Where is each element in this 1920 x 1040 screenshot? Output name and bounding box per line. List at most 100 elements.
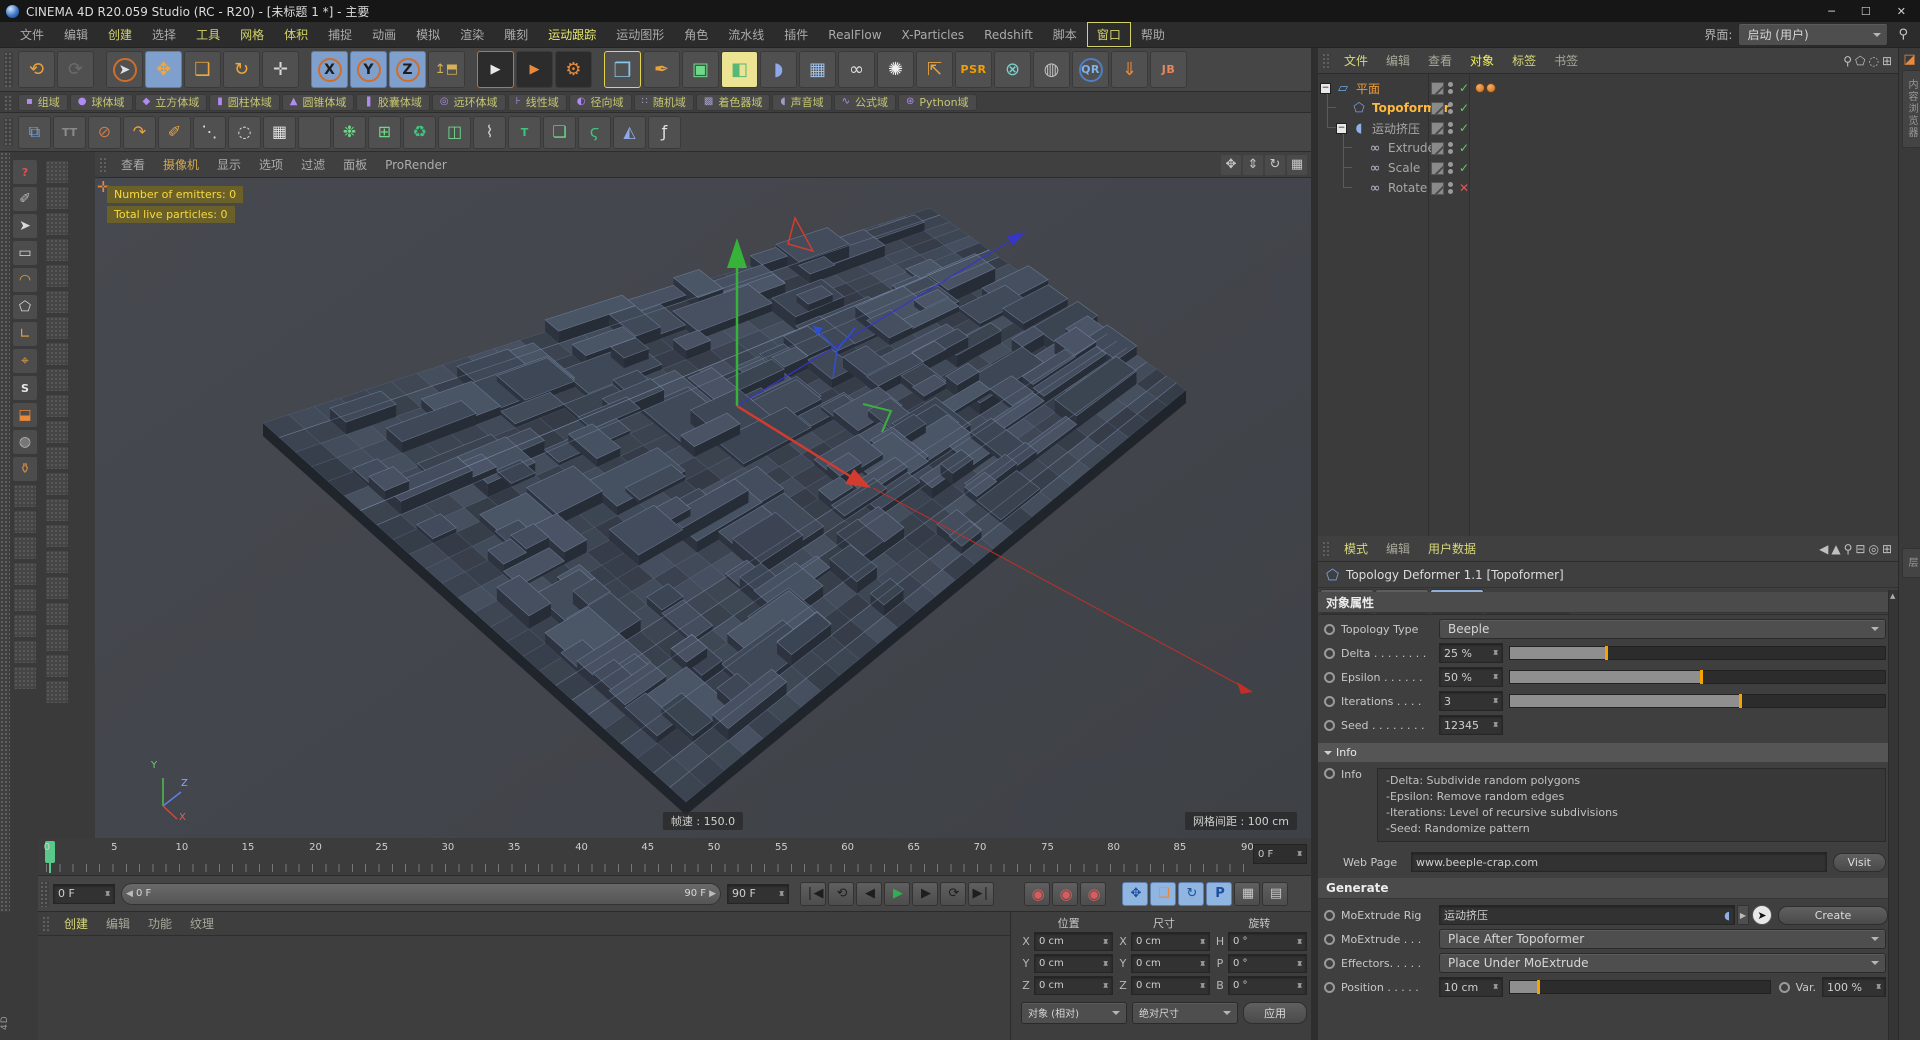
record-parameter-toggle[interactable]: P	[1206, 881, 1232, 906]
spline-pen-icon[interactable]: ✒	[643, 51, 680, 88]
field-button[interactable]: ● 球体域	[69, 93, 133, 111]
visibility-dots[interactable]	[1448, 122, 1453, 134]
start-frame-field[interactable]: 0 F ▲ ▼	[53, 883, 115, 904]
keyframe-circle[interactable]	[1778, 981, 1790, 993]
floor-icon[interactable]: ▦	[799, 51, 836, 88]
menu-item[interactable]: X-Particles	[892, 24, 975, 46]
enable-toggle[interactable]: ✕	[1457, 181, 1471, 195]
visibility-dots[interactable]	[1448, 82, 1453, 94]
timeline-ruler[interactable]: 0 5 10 15 20 25 30 35 40 45 50 55 60 65 70 75 80 85 90 0 F…	[38, 838, 1311, 876]
field-button[interactable]: ▮ 圆柱体域	[209, 93, 280, 111]
texture-mode-icon[interactable]: ▭	[12, 240, 38, 266]
toolbar-grip[interactable]	[40, 880, 49, 907]
last-tool-icon[interactable]: ✛	[262, 51, 299, 88]
link-menu-button[interactable]: ▶	[1737, 905, 1749, 925]
next-frame-button[interactable]: ▶	[912, 881, 938, 906]
field-button[interactable]: ⊦ 线性域	[507, 93, 567, 111]
menu-item[interactable]: 脚本	[1043, 22, 1087, 47]
keyframe-circle[interactable]	[1324, 981, 1335, 993]
visibility-dots[interactable]	[1448, 102, 1453, 114]
cloner-icon[interactable]: ⧉	[18, 115, 51, 149]
viewport-menu-item[interactable]: 显示	[208, 153, 250, 176]
sweep-icon[interactable]: ϛ	[578, 115, 611, 149]
lock-x-icon[interactable]: X	[311, 51, 348, 88]
param-value-field[interactable]: 3 ▲ ▼	[1439, 691, 1503, 711]
cone-plane-icon[interactable]: ◭	[613, 115, 646, 149]
visit-button[interactable]: Visit	[1832, 852, 1886, 872]
lock-icon[interactable]: ⊟	[1855, 542, 1865, 556]
section-header[interactable]: 对象属性	[1318, 592, 1888, 613]
param-value-field[interactable]: 25 % ▲ ▼	[1439, 643, 1503, 663]
menu-item[interactable]: 角色	[674, 22, 718, 47]
viewport-canvas[interactable]: ✛ Number of emitters: 0 Total live parti…	[95, 178, 1311, 838]
enable-toggle[interactable]: ✓	[1457, 121, 1471, 135]
model-mode-icon[interactable]: ➤	[12, 213, 38, 239]
material-menu-item[interactable]: 功能	[139, 912, 181, 935]
viewport-menu-item[interactable]: 摄像机	[154, 153, 208, 176]
search-icon[interactable]: ⚲	[1843, 54, 1852, 68]
pick-object-button[interactable]: ➤	[1752, 905, 1772, 925]
forward-icon[interactable]: ▲	[1831, 542, 1840, 556]
camera-icon[interactable]: ∞	[838, 51, 875, 88]
object-row[interactable]: − ◖ 运动挤压 ✓	[1318, 118, 1898, 138]
next-key-button[interactable]: ⟳	[940, 881, 966, 906]
sep[interactable]	[96, 51, 104, 88]
lock-y-icon[interactable]: Y	[350, 51, 387, 88]
field-button[interactable]: ∿ 公式域	[833, 93, 897, 111]
add-panel-icon[interactable]: ⊞	[1882, 54, 1892, 68]
object-manager-menu-item[interactable]: 对象	[1461, 49, 1503, 72]
keyframe-circle[interactable]	[1324, 695, 1335, 707]
docked-vertical-tab[interactable]: 层	[1902, 548, 1920, 578]
param-slider[interactable]	[1509, 670, 1886, 684]
viewport-menu-item[interactable]: 过滤	[292, 153, 334, 176]
end-frame-field[interactable]: 90 F ▲ ▼	[727, 883, 789, 904]
field-button[interactable]: ∷ 随机域	[633, 93, 694, 111]
tracer-icon[interactable]: ⌇	[473, 115, 506, 149]
viewport-grip[interactable]	[99, 156, 108, 173]
object-manager-menu-item[interactable]: 文件	[1335, 49, 1377, 72]
size-mode-select[interactable]: 绝对尺寸	[1132, 1002, 1238, 1024]
param-slider[interactable]	[1509, 646, 1886, 660]
enable-toggle[interactable]: ✓	[1457, 101, 1471, 115]
attribute-menu-item[interactable]: 编辑	[1377, 537, 1419, 560]
seed-field[interactable]: 12345 ▲ ▼	[1439, 715, 1503, 735]
zoom-view-icon[interactable]: ⇕	[1243, 154, 1263, 175]
toggle-views-icon[interactable]: ▦	[1287, 154, 1307, 175]
add-panel-icon[interactable]: ⊞	[1882, 542, 1892, 556]
autokeying-button[interactable]: ◉	[1052, 881, 1078, 906]
undo-icon[interactable]: ⟲	[18, 51, 55, 88]
size-field[interactable]: 0 cm ▲ ▼	[1131, 932, 1210, 951]
object-name[interactable]: 平面	[1356, 80, 1380, 97]
scrollbar[interactable]	[1888, 590, 1898, 1040]
close-button[interactable]: ✕	[1897, 5, 1906, 18]
menu-item[interactable]: 雕刻	[494, 22, 538, 47]
effector-step-icon[interactable]: ♻	[403, 115, 436, 149]
menu-item[interactable]: 体积	[274, 22, 318, 47]
position-field[interactable]: 10 cm ▲ ▼	[1439, 977, 1503, 997]
object-row[interactable]: ∞ Extrude ✓	[1318, 138, 1898, 158]
qr-plugin-icon[interactable]: QR	[1072, 51, 1109, 88]
rotation-field[interactable]: 0 ° ▲ ▼	[1228, 976, 1307, 995]
info-section-header[interactable]: Info	[1318, 743, 1888, 762]
sep[interactable]	[467, 51, 475, 88]
drop-to-floor-icon[interactable]: ⇓	[1111, 51, 1148, 88]
sep[interactable]	[301, 51, 309, 88]
menu-item[interactable]: RealFlow	[818, 24, 891, 46]
field-plugin-icon[interactable]: ⊗	[994, 51, 1031, 88]
toolbar-grip[interactable]	[4, 94, 13, 110]
menu-item[interactable]: 网格	[230, 22, 274, 47]
search-icon[interactable]: ⚲	[1844, 542, 1853, 556]
material-icon[interactable]: ⇱	[916, 51, 953, 88]
back-icon[interactable]: ◀	[1819, 542, 1828, 556]
extrude-object-icon[interactable]: ❏	[543, 115, 576, 149]
matrix-icon[interactable]: ↷	[123, 115, 156, 149]
layer-toggle[interactable]	[1431, 121, 1444, 135]
material-menu-item[interactable]: 编辑	[97, 912, 139, 935]
object-manager-menu-item[interactable]: 标签	[1503, 49, 1545, 72]
motext-icon[interactable]: TT	[53, 115, 86, 149]
effector-plain-icon[interactable]: ❉	[333, 115, 366, 149]
apply-button[interactable]: 应用	[1243, 1002, 1307, 1024]
effectors-placement-select[interactable]: Place Under MoExtrude	[1439, 953, 1886, 973]
webpage-field[interactable]: www.beeple-crap.com	[1411, 852, 1827, 872]
viewport-menu-item[interactable]: 面板	[334, 153, 376, 176]
